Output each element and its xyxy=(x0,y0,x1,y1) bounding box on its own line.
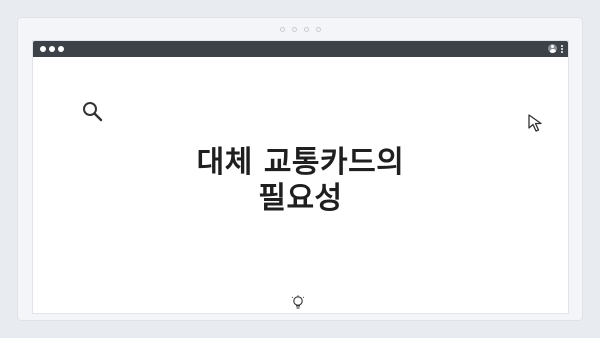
page-content: 대체 교통카드의 필요성 xyxy=(33,57,568,313)
pagination-dot xyxy=(315,27,321,32)
window-control-dot[interactable] xyxy=(58,46,64,52)
user-avatar-icon[interactable] xyxy=(548,44,557,53)
search-icon[interactable] xyxy=(81,100,103,122)
pagination-dot xyxy=(303,27,309,32)
more-vertical-icon[interactable] xyxy=(561,44,563,53)
window-titlebar xyxy=(33,41,568,57)
page-title-line2: 필요성 xyxy=(258,181,343,216)
pagination-dot xyxy=(279,27,285,32)
lightbulb-icon xyxy=(291,295,305,309)
titlebar-right xyxy=(548,44,563,53)
window-controls xyxy=(40,46,64,52)
page-title-line1: 대체 교통카드의 xyxy=(196,145,405,180)
window-control-dot[interactable] xyxy=(49,46,55,52)
browser-window: 대체 교통카드의 필요성 xyxy=(33,41,568,313)
pagination-dots xyxy=(18,27,582,32)
page-title: 대체 교통카드의 필요성 xyxy=(33,145,568,217)
stage: 대체 교통카드의 필요성 xyxy=(0,0,600,338)
window-control-dot[interactable] xyxy=(40,46,46,52)
pagination-dot xyxy=(291,27,297,32)
cursor-arrow-icon xyxy=(528,114,542,132)
